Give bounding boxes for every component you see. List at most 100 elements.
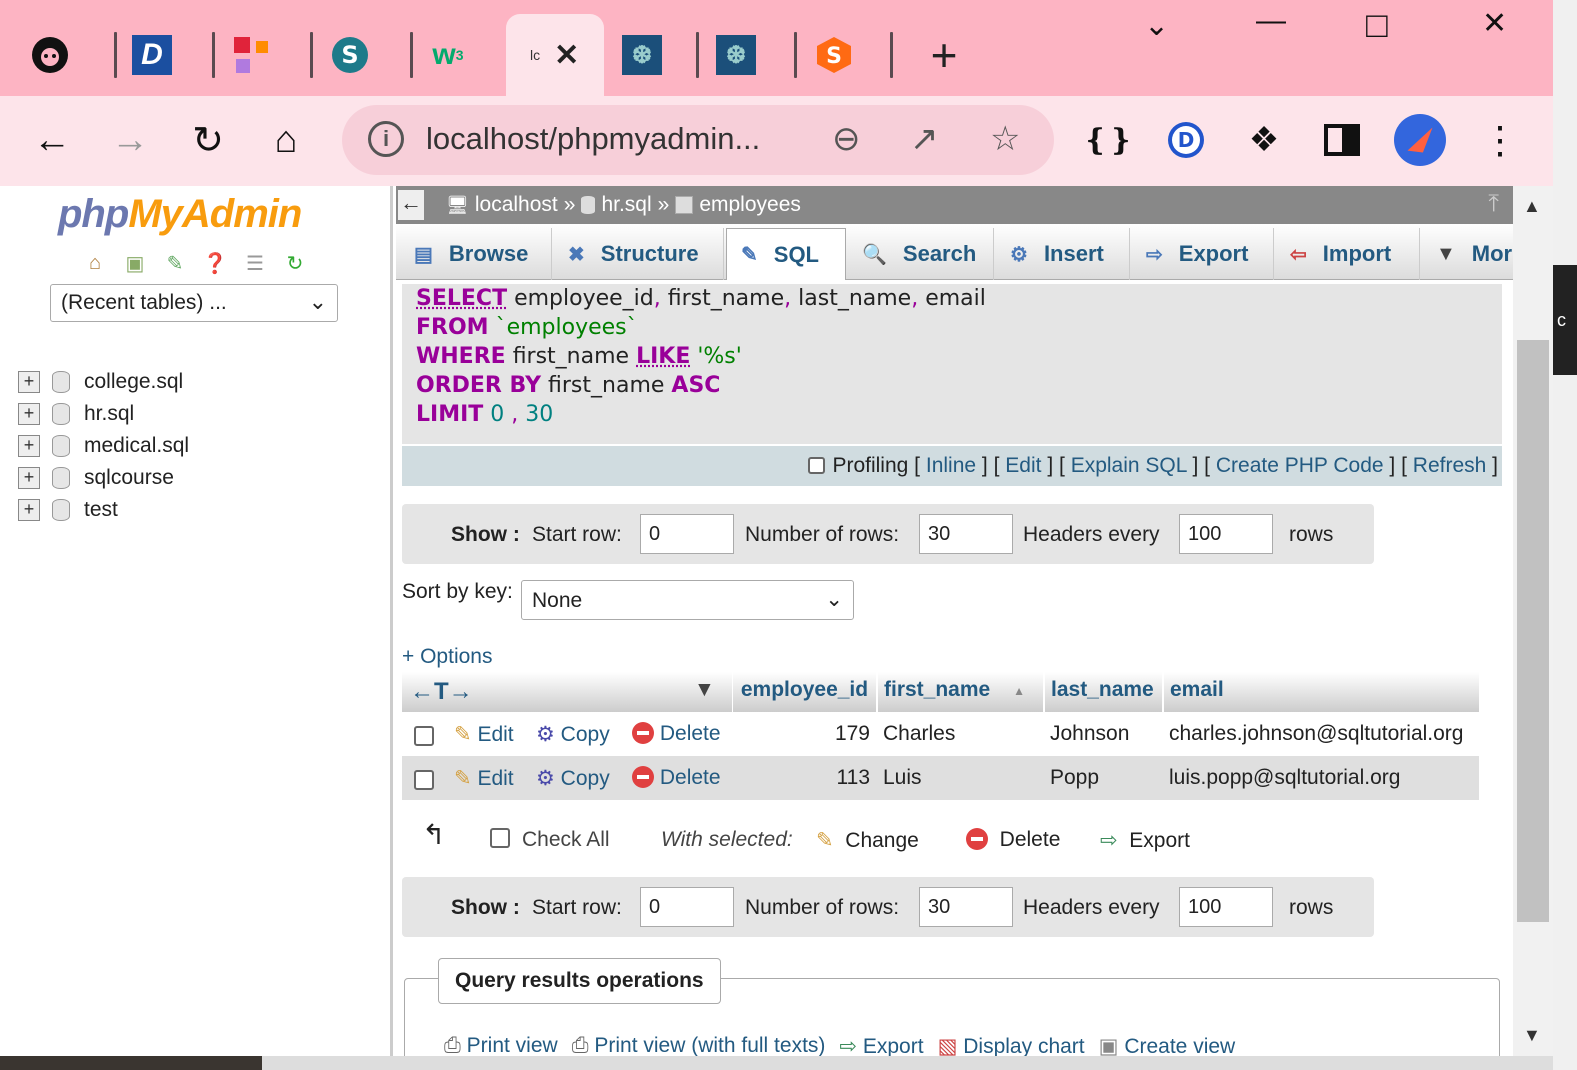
extensions-puzzle-icon[interactable]: ❖ xyxy=(1238,114,1290,166)
inline-link[interactable]: Inline xyxy=(926,454,976,477)
collapse-nav-arrow[interactable]: ← xyxy=(398,190,424,220)
check-all-checkbox[interactable] xyxy=(490,828,510,848)
edit-row-button[interactable]: ✎ Edit xyxy=(454,712,514,756)
horizontal-scrollbar[interactable] xyxy=(262,1056,1553,1070)
browser-tab-sync[interactable]: S xyxy=(330,14,370,96)
row-checkbox[interactable] xyxy=(414,770,434,790)
expand-icon[interactable]: + xyxy=(18,371,40,393)
forward-arrow-icon[interactable]: → xyxy=(104,114,156,166)
bookmark-star-icon[interactable]: ☆ xyxy=(990,119,1020,159)
copy-row-button[interactable]: ⚙ Copy xyxy=(536,712,610,756)
copy-row-button[interactable]: ⚙ Copy xyxy=(536,756,610,800)
cell-employee-id[interactable]: 113 xyxy=(732,756,870,800)
tab-search[interactable]: 🔍 Search xyxy=(848,228,994,280)
db-item-college[interactable]: + college.sql xyxy=(18,366,189,398)
breadcrumb-database[interactable]: hr.sql xyxy=(601,193,651,217)
create-php-link[interactable]: Create PHP Code xyxy=(1216,454,1384,477)
delete-row-button[interactable]: Delete xyxy=(632,756,721,800)
reload-nav-icon[interactable]: ↻ xyxy=(282,250,308,276)
edit-row-button[interactable]: ✎ Edit xyxy=(454,756,514,800)
db-item-hr[interactable]: + hr.sql xyxy=(18,398,189,430)
browser-tab-d-app[interactable]: D xyxy=(132,14,172,96)
num-rows-input[interactable]: 30 xyxy=(919,887,1013,927)
profile-avatar[interactable] xyxy=(1394,114,1446,166)
export-selected-button[interactable]: ⇨ Export xyxy=(1100,828,1190,853)
tab-more[interactable]: ▼ Mor xyxy=(1422,228,1513,280)
col-header-email[interactable]: email xyxy=(1163,672,1479,712)
zoom-out-icon[interactable]: ⊖ xyxy=(832,119,861,159)
tab-browse[interactable]: ▤ Browse xyxy=(400,228,552,280)
logout-icon[interactable]: ▣ xyxy=(122,250,148,276)
headers-every-input[interactable]: 100 xyxy=(1179,887,1273,927)
db-name[interactable]: medical.sql xyxy=(84,434,189,458)
devtools-extension-icon[interactable]: ❴❵ xyxy=(1082,114,1134,166)
collapse-top-icon[interactable]: ⤒ xyxy=(1488,190,1499,218)
address-bar[interactable]: i localhost/phpmyadmin... ⊖ ↗ ☆ xyxy=(342,105,1054,175)
dropdown-triangle-icon[interactable]: ▼ xyxy=(694,678,715,702)
cell-first-name[interactable]: Charles xyxy=(883,712,955,756)
browser-tab-mysql-2[interactable]: ❆ xyxy=(716,14,756,96)
home-icon[interactable]: ⌂ xyxy=(82,250,108,276)
expand-icon[interactable]: + xyxy=(18,403,40,425)
cell-employee-id[interactable]: 179 xyxy=(732,712,870,756)
tab-structure[interactable]: ✖ Structure xyxy=(554,228,724,280)
minimize-button[interactable]: — xyxy=(1256,4,1286,38)
db-item-test[interactable]: + test xyxy=(18,494,189,526)
start-row-input[interactable]: 0 xyxy=(640,887,734,927)
share-icon[interactable]: ↗ xyxy=(910,119,939,159)
cell-first-name[interactable]: Luis xyxy=(883,756,922,800)
edit-sql-link[interactable]: Edit xyxy=(1005,454,1041,477)
phpmyadmin-logo[interactable]: phpMyAdmin xyxy=(58,192,302,237)
profiling-checkbox[interactable] xyxy=(807,457,825,474)
check-all-label[interactable]: Check All xyxy=(522,828,610,852)
delete-selected-button[interactable]: Delete xyxy=(966,828,1060,852)
col-header-employee-id[interactable]: employee_id xyxy=(732,672,876,712)
browser-tab-sublime[interactable]: S xyxy=(814,14,854,96)
cell-email[interactable]: charles.johnson@sqltutorial.org xyxy=(1169,712,1463,756)
tab-import[interactable]: ⇦ Import xyxy=(1276,228,1420,280)
browser-tab-figma[interactable] xyxy=(232,14,272,96)
browser-tab-github[interactable] xyxy=(30,14,70,96)
cell-email[interactable]: luis.popp@sqltutorial.org xyxy=(1169,756,1400,800)
db-name[interactable]: college.sql xyxy=(84,370,183,394)
browser-tab-w3schools[interactable]: w3 xyxy=(428,14,468,96)
column-toggle-arrows[interactable]: ←T→ xyxy=(410,678,473,705)
scroll-up-arrow-icon[interactable]: ▲ xyxy=(1523,196,1541,217)
col-header-last-name[interactable]: last_name xyxy=(1044,672,1162,712)
scrollbar-thumb[interactable] xyxy=(1517,340,1549,922)
expand-icon[interactable]: + xyxy=(18,435,40,457)
db-item-medical[interactable]: + medical.sql xyxy=(18,430,189,462)
url-text[interactable]: localhost/phpmyadmin... xyxy=(426,121,760,157)
col-header-first-name[interactable]: first_name ▲ xyxy=(877,672,1043,712)
db-name[interactable]: test xyxy=(84,498,118,522)
options-toggle[interactable]: + Options xyxy=(402,645,492,669)
num-rows-input[interactable]: 30 xyxy=(919,514,1013,554)
dashlane-extension-icon[interactable]: D xyxy=(1160,114,1212,166)
tab-insert[interactable]: ⚙ Insert xyxy=(996,228,1130,280)
reload-icon[interactable]: ↻ xyxy=(182,114,234,166)
expand-icon[interactable]: + xyxy=(18,467,40,489)
side-panel-icon[interactable] xyxy=(1316,114,1368,166)
row-checkbox[interactable] xyxy=(414,726,434,746)
change-button[interactable]: ✎ Change xyxy=(816,828,919,853)
cell-last-name[interactable]: Popp xyxy=(1050,756,1099,800)
page-scrollbar[interactable]: ▲ ▼ xyxy=(1513,186,1553,1056)
db-name[interactable]: sqlcourse xyxy=(84,466,174,490)
start-row-input[interactable]: 0 xyxy=(640,514,734,554)
site-info-icon[interactable]: i xyxy=(368,121,404,157)
back-arrow-icon[interactable]: ← xyxy=(26,114,78,166)
menu-kebab-icon[interactable]: ⋮ xyxy=(1474,114,1526,166)
db-item-sqlcourse[interactable]: + sqlcourse xyxy=(18,462,189,494)
close-window-button[interactable]: ✕ xyxy=(1482,6,1507,41)
close-tab-icon[interactable]: ✕ xyxy=(554,38,579,73)
delete-row-button[interactable]: Delete xyxy=(632,712,721,756)
browser-tab-mysql-1[interactable]: ❆ xyxy=(622,14,662,96)
tab-sql[interactable]: ✎ SQL xyxy=(726,228,846,280)
headers-every-input[interactable]: 100 xyxy=(1179,514,1273,554)
db-name[interactable]: hr.sql xyxy=(84,402,134,426)
recent-tables-select[interactable]: (Recent tables) ... ⌄ xyxy=(50,284,338,322)
cell-last-name[interactable]: Johnson xyxy=(1050,712,1129,756)
explain-sql-link[interactable]: Explain SQL xyxy=(1071,454,1187,477)
refresh-link[interactable]: Refresh xyxy=(1413,454,1487,477)
home-icon[interactable]: ⌂ xyxy=(260,114,312,166)
